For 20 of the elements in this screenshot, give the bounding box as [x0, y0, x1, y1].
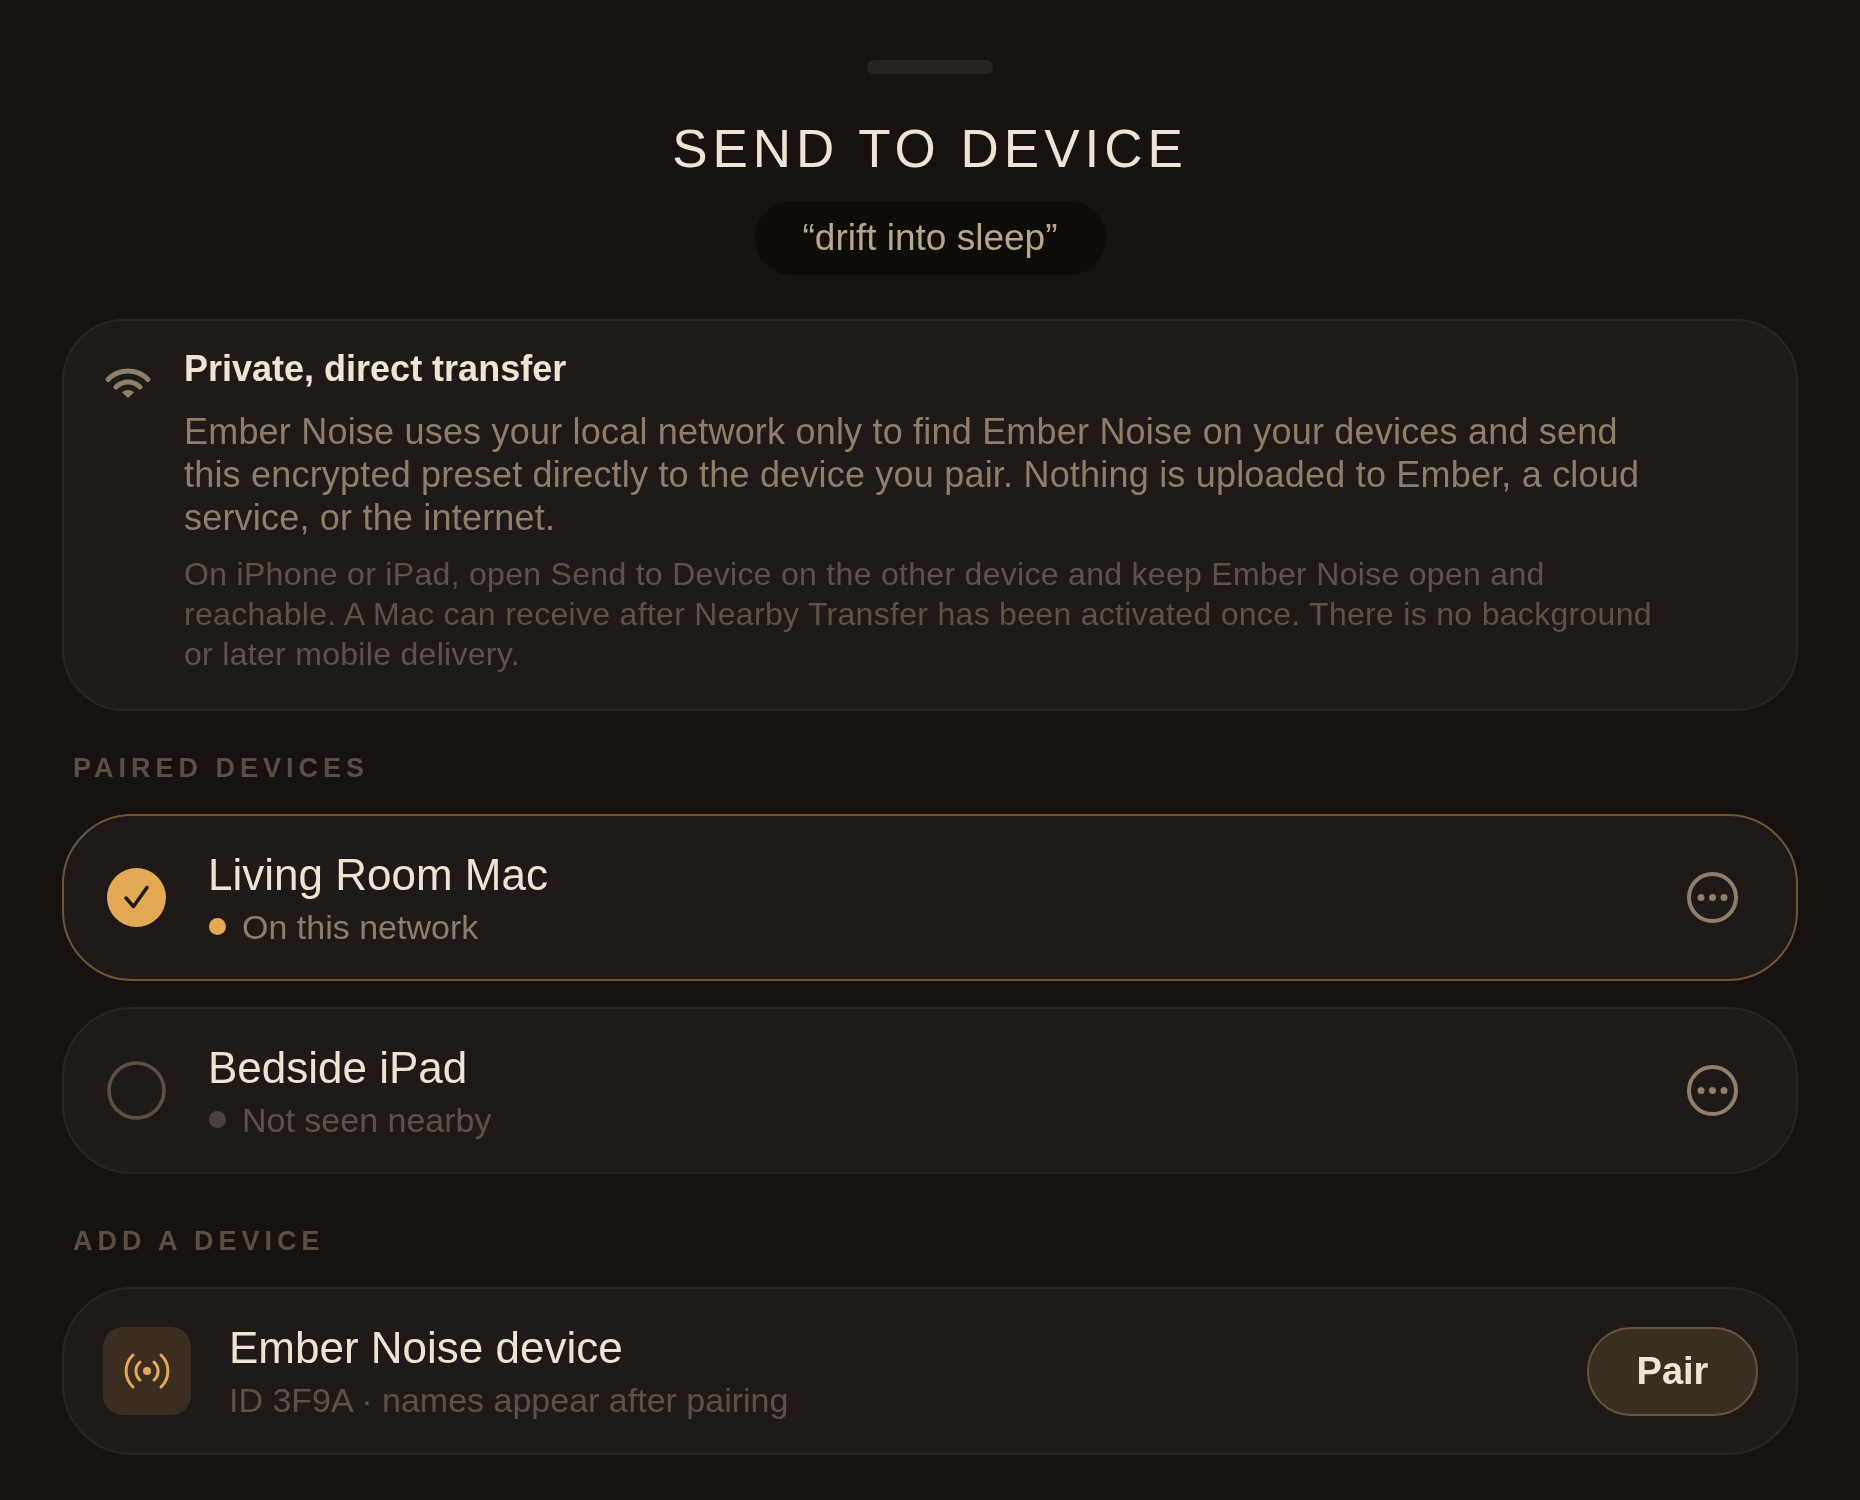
- info-note: On iPhone or iPad, open Send to Device on the other device and keep Ember Noise open and reachable. A Mac can receive after Nearby Transfer has been activated once. There is no background or later mobile delivery.: [184, 555, 1653, 674]
- info-body: Ember Noise uses your local network only to find Ember Noise on your devices and send this encrypted preset directly to the device you pair. Nothing is uploaded to Ember, a cloud service, or the internet.: [184, 410, 1641, 539]
- section-heading: PAIRED DEVICES: [73, 752, 371, 784]
- device-name: Ember Noise device: [229, 1322, 624, 1374]
- sheet-title: SEND TO DEVICE: [672, 118, 1188, 180]
- preset-name: “drift into sleep”: [754, 201, 1106, 275]
- broadcast-icon: [103, 1327, 191, 1415]
- section-heading: ADD A DEVICE: [73, 1225, 326, 1257]
- pair-button[interactable]: Pair: [1587, 1326, 1758, 1416]
- device-status: On this network: [242, 906, 479, 947]
- device-status: Not seen nearby: [242, 1099, 492, 1140]
- device-name: Living Room Mac: [208, 848, 549, 901]
- device-name: Bedside iPad: [208, 1041, 469, 1094]
- info-title: Private, direct transfer: [184, 347, 568, 391]
- check-circle-icon[interactable]: [107, 868, 166, 927]
- device-card[interactable]: Living Room Mac On this network: [62, 814, 1798, 981]
- device-card[interactable]: Bedside iPad Not seen nearby: [62, 1007, 1798, 1174]
- more-options-icon[interactable]: [1687, 872, 1738, 923]
- device-detail: ID 3F9A · names appear after pairing: [229, 1380, 790, 1420]
- more-options-icon[interactable]: [1687, 1065, 1738, 1116]
